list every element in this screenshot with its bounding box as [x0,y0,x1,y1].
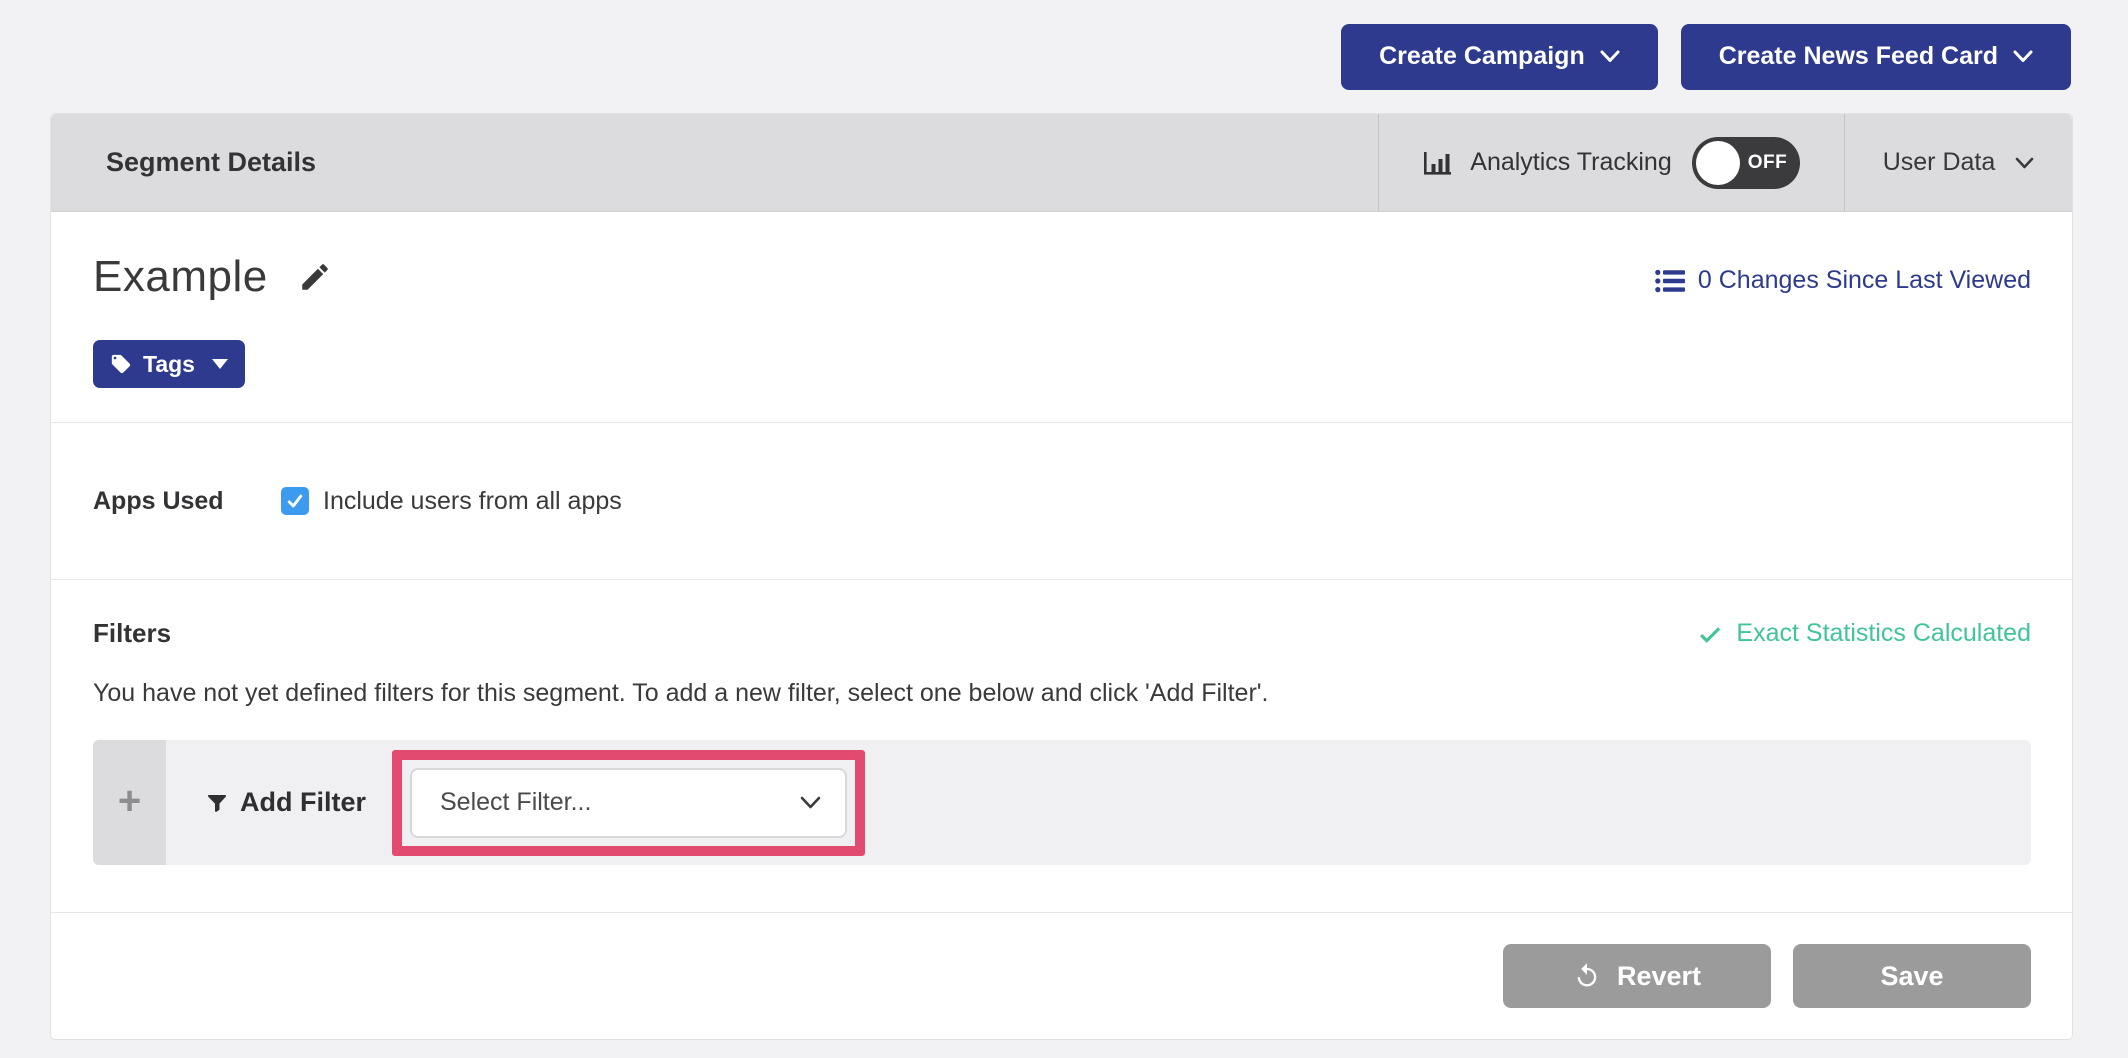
toggle-state-label: OFF [1748,152,1788,174]
segment-details-card: Segment Details Analytics Tracking OFF U… [50,113,2073,1040]
segment-details-header: Segment Details Analytics Tracking OFF U… [51,114,2072,212]
create-news-feed-card-label: Create News Feed Card [1719,42,1998,71]
top-action-bar: Create Campaign Create News Feed Card [0,0,2128,113]
analytics-bar-chart-icon [1423,149,1454,177]
caret-down-icon [212,359,228,369]
check-icon [285,491,305,511]
filters-empty-message: You have not yet defined filters for thi… [93,679,2031,708]
user-data-label: User Data [1883,148,1996,177]
include-all-apps-label: Include users from all apps [323,487,622,516]
filters-section: Filters Exact Statistics Calculated You … [51,579,2072,912]
changes-since-last-viewed-link[interactable]: 0 Changes Since Last Viewed [1655,266,2031,295]
tags-button[interactable]: Tags [93,340,245,388]
add-filter-row-button[interactable]: + [93,740,166,865]
add-filter-button[interactable]: Add Filter [199,786,372,819]
analytics-tracking-section: Analytics Tracking OFF [1378,114,1844,211]
save-button-label: Save [1880,961,1943,992]
add-filter-label: Add Filter [240,787,366,818]
segment-name-section: Example 0 Changes Since Last Viewed [51,212,2072,422]
funnel-icon [205,791,229,815]
exact-statistics-label: Exact Statistics Calculated [1736,619,2031,648]
save-button[interactable]: Save [1793,944,2031,1008]
toggle-knob [1696,141,1740,185]
chevron-down-icon [2013,50,2033,63]
user-data-dropdown[interactable]: User Data [1844,114,2072,211]
revert-button-label: Revert [1617,961,1701,992]
revert-button[interactable]: Revert [1503,944,1771,1008]
create-campaign-label: Create Campaign [1379,42,1585,71]
add-filter-bar: + Add Filter Select Filter... [93,740,2031,865]
tags-button-label: Tags [143,351,195,378]
chevron-down-icon [2015,157,2034,169]
chevron-down-icon [1600,50,1620,63]
create-campaign-button[interactable]: Create Campaign [1341,24,1658,90]
exact-statistics-status: Exact Statistics Calculated [1697,619,2031,648]
analytics-tracking-label: Analytics Tracking [1470,148,1671,177]
filter-select-value: Select Filter... [440,788,591,817]
segment-name: Example [93,252,268,302]
analytics-tracking-toggle[interactable]: OFF [1692,137,1800,189]
plus-icon: + [118,781,141,821]
create-news-feed-card-button[interactable]: Create News Feed Card [1681,24,2071,90]
edit-segment-name-button[interactable] [298,260,332,294]
changes-list-icon [1655,269,1685,293]
chevron-down-icon [800,796,821,809]
check-icon [1697,621,1723,647]
revert-icon [1573,962,1601,990]
apps-used-label: Apps Used [93,487,281,516]
select-filter-tutorial-highlight: Select Filter... [392,750,865,856]
filters-title: Filters [93,618,171,649]
include-all-apps-checkbox[interactable] [281,487,309,515]
card-footer: Revert Save [51,912,2072,1039]
include-all-apps-checkbox-row: Include users from all apps [281,487,622,516]
pencil-icon [298,260,332,294]
page-title: Segment Details [51,114,1378,211]
changes-link-label: 0 Changes Since Last Viewed [1698,266,2031,295]
filter-select[interactable]: Select Filter... [410,768,847,838]
tag-icon [110,353,132,375]
apps-used-section: Apps Used Include users from all apps [51,422,2072,579]
